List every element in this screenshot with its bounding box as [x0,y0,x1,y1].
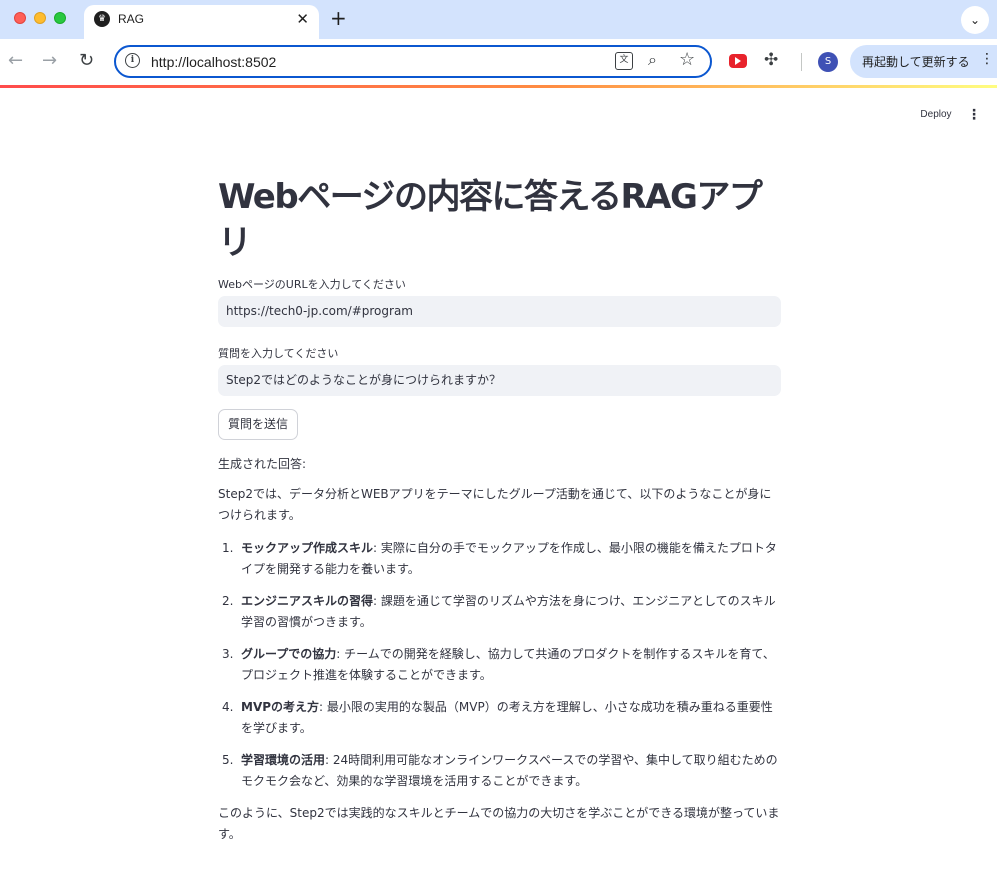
list-item-term: MVPの考え方 [241,700,320,714]
generated-answer-heading: 生成された回答: [218,457,307,471]
forward-icon[interactable]: → [42,51,57,71]
answer-outro: このように、Step2では実践的なスキルとチームでの協力の大切さを学ぶことができ… [218,806,780,841]
main-content: Webページの内容に答えるRAGアプリ WebページのURLを入力してください … [218,170,781,845]
close-window-button[interactable] [14,12,26,24]
reload-icon[interactable]: ↻ [79,51,94,71]
tab-close-icon[interactable]: ✕ [296,11,309,27]
list-item-number: 3. [222,647,234,661]
extensions-icon[interactable]: ✣ [764,50,778,70]
list-item-term: モックアップ作成スキル [241,541,374,555]
page-title: Webページの内容に答えるRAGアプリ [218,177,763,263]
list-item-text: : 最小限の実用的な製品（MVP）の考え方を理解し、小さな成功を積み重ねる重要性… [241,700,773,735]
list-item-term: 学習環境の活用 [241,753,326,767]
url-input[interactable]: https://tech0-jp.com/#program [218,296,781,327]
address-bar[interactable]: i http://localhost:8502 文 ⌕ ☆ [114,45,712,78]
relaunch-label: 再起動して更新する [862,55,970,69]
toolbar-divider [801,53,802,71]
info-icon[interactable]: i [125,53,140,68]
list-item-term: エンジニアスキルの習得 [241,594,374,608]
browser-toolbar: ← → ↻ i http://localhost:8502 文 ⌕ ☆ ✣ S … [0,39,997,85]
submit-question-button[interactable]: 質問を送信 [218,409,299,440]
streamlit-favicon-icon: ♛ [94,11,110,27]
translate-icon[interactable]: 文 [615,52,633,70]
relaunch-to-update-button[interactable]: 再起動して更新する ⋮ [850,45,997,78]
url-input-label: WebページのURLを入力してください [218,278,406,291]
list-item-number: 4. [222,700,234,714]
browser-tab-bar: ♛ RAG ✕ + ⌄ [0,0,997,39]
back-icon[interactable]: ← [8,51,23,71]
answer-list: 1. モックアップ作成スキル: 実際に自分の手でモックアップを作成し、最小限の機能… [218,538,781,792]
minimize-window-button[interactable] [34,12,46,24]
list-item-number: 5. [222,753,234,767]
star-icon[interactable]: ☆ [679,49,695,70]
deploy-button[interactable]: Deploy [913,105,959,125]
browser-tab[interactable]: ♛ RAG ✕ [84,5,319,39]
more-icon[interactable]: ⋮ [980,51,994,67]
question-input-label: 質問を入力してください [218,347,339,360]
list-item: 5. 学習環境の活用: 24時間利用可能なオンラインワークスペースでの学習や、集中… [218,750,781,792]
tab-title: RAG [118,12,145,26]
maximize-window-button[interactable] [54,12,66,24]
address-bar-url[interactable]: http://localhost:8502 [151,54,276,70]
new-tab-button[interactable]: + [330,8,347,28]
streamlit-header-decoration [0,85,997,88]
profile-avatar[interactable]: S [818,52,838,72]
list-item: 4. MVPの考え方: 最小限の実用的な製品（MVP）の考え方を理解し、小さな成功… [218,697,781,739]
list-item-number: 1. [222,541,234,555]
list-item: 2. エンジニアスキルの習得: 課題を通じて学習のリズムや方法を身につけ、エンジニ… [218,591,781,633]
main-menu-icon[interactable]: ⋮ [966,105,982,125]
list-item-number: 2. [222,594,234,608]
list-item: 3. グループでの協力: チームでの開発を経験し、協力して共通のプロダクトを制作す… [218,644,781,686]
list-item-term: グループでの協力 [241,647,337,661]
zoom-icon[interactable]: ⌕ [648,50,657,70]
answer-intro: Step2では、データ分析とWEBアプリをテーマにしたグループ活動を通じて、以下… [218,487,772,522]
tab-search-icon[interactable]: ⌄ [961,6,989,34]
youtube-extension-icon[interactable] [729,54,747,68]
list-item: 1. モックアップ作成スキル: 実際に自分の手でモックアップを作成し、最小限の機能… [218,538,781,580]
question-input[interactable]: Step2ではどのようなことが身につけられますか？ [218,365,781,396]
